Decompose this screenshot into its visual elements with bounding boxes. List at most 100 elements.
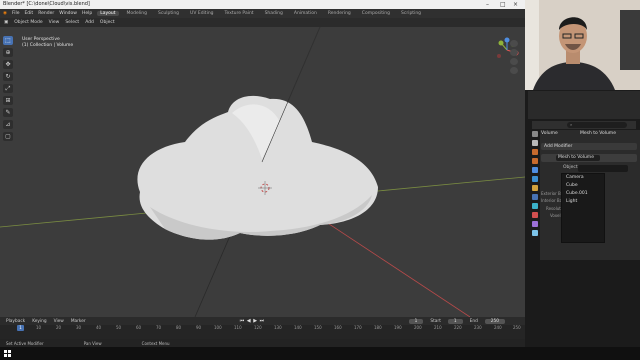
start-frame-field[interactable]: 1 bbox=[447, 318, 463, 324]
navigation-buttons bbox=[510, 40, 518, 74]
dropdown-item-camera[interactable]: Camera bbox=[562, 174, 604, 182]
ruler-tick: 120 bbox=[254, 325, 262, 330]
workspace-tab-animation[interactable]: Animation bbox=[291, 11, 320, 16]
ruler-tick: 10 bbox=[36, 325, 42, 330]
editor-type-icon[interactable]: ▣ bbox=[4, 20, 8, 25]
workspace-tab-rendering[interactable]: Rendering bbox=[325, 11, 354, 16]
current-frame-field[interactable]: 1 bbox=[408, 318, 424, 324]
tool-tab-icon[interactable] bbox=[531, 131, 538, 137]
menu-help[interactable]: Help bbox=[82, 11, 92, 16]
resolution-label: Resolut bbox=[546, 206, 561, 211]
menu-select[interactable]: Select bbox=[65, 20, 79, 25]
close-icon[interactable]: × bbox=[513, 0, 518, 9]
timeline-keying-menu[interactable]: Keying bbox=[32, 319, 46, 324]
transform-icon[interactable]: ⊞ bbox=[3, 96, 13, 105]
pan-icon[interactable] bbox=[510, 49, 518, 56]
add-modifier-button[interactable]: Add Modifier bbox=[541, 143, 637, 150]
object-picker-field[interactable] bbox=[578, 165, 628, 172]
workspace-tab-scripting[interactable]: Scripting bbox=[398, 11, 424, 16]
dropdown-item-cube-001[interactable]: Cube.001 bbox=[562, 190, 604, 198]
scene-tab-icon[interactable] bbox=[531, 167, 538, 173]
ruler-tick: 110 bbox=[234, 325, 242, 330]
properties-search-input[interactable]: ⌕ bbox=[567, 122, 627, 128]
ruler-tick: 60 bbox=[136, 325, 142, 330]
ruler-tick: 250 bbox=[513, 325, 521, 330]
3d-viewport[interactable] bbox=[0, 27, 525, 317]
workspace-tab-sculpting[interactable]: Sculpting bbox=[155, 11, 182, 16]
modifier-context-name: Mesh to Volume bbox=[580, 131, 616, 136]
menu-view[interactable]: View bbox=[49, 20, 60, 25]
ruler-tick: 230 bbox=[474, 325, 482, 330]
status-context-menu: Context Menu bbox=[141, 340, 170, 346]
status-set-active-modifier: Set Active Modifier bbox=[6, 340, 44, 346]
minimize-icon[interactable]: – bbox=[486, 0, 489, 9]
top-menubar: ◉ File Edit Render Window Help Layout Mo… bbox=[0, 9, 525, 18]
cursor-icon[interactable]: ⊕ bbox=[3, 48, 13, 57]
annotate-icon[interactable]: ✎ bbox=[3, 108, 13, 117]
ruler-tick: 220 bbox=[454, 325, 462, 330]
workspace-tab-layout[interactable]: Layout bbox=[97, 11, 119, 16]
active-object-name: Volume bbox=[541, 131, 558, 136]
timeline-marker-menu[interactable]: Marker bbox=[71, 319, 86, 324]
menu-edit[interactable]: Edit bbox=[24, 11, 33, 16]
particles-tab-icon[interactable] bbox=[531, 203, 538, 209]
render-tab-icon[interactable] bbox=[531, 140, 538, 146]
ruler-tick: 150 bbox=[314, 325, 322, 330]
menu-render[interactable]: Render bbox=[38, 11, 54, 16]
menu-file[interactable]: File bbox=[12, 11, 20, 16]
workspace-tab-shading[interactable]: Shading bbox=[262, 11, 286, 16]
select-box-icon[interactable]: ⬚ bbox=[3, 36, 13, 45]
dropdown-item-light[interactable]: Light bbox=[562, 198, 604, 206]
windows-start-icon[interactable] bbox=[4, 350, 11, 357]
ruler-tick: 70 bbox=[156, 325, 162, 330]
menu-object[interactable]: Object bbox=[100, 20, 115, 25]
view-layer-tab-icon[interactable] bbox=[531, 158, 538, 164]
constraints-tab-icon[interactable] bbox=[531, 221, 538, 227]
workspace-tab-texture-paint[interactable]: Texture Paint bbox=[222, 11, 257, 16]
timeline-playback-menu[interactable]: Playback bbox=[6, 319, 25, 324]
data-tab-icon[interactable] bbox=[531, 230, 538, 236]
object-dropdown: Camera Cube Cube.001 Light bbox=[561, 173, 605, 243]
modifier-tab-icon[interactable] bbox=[531, 194, 538, 200]
world-tab-icon[interactable] bbox=[531, 176, 538, 182]
object-mode-dropdown[interactable]: Object Mode bbox=[14, 20, 42, 25]
menu-add[interactable]: Add bbox=[85, 20, 94, 25]
window-title: Blender* [C:\done\Cloud\vis.blend] bbox=[3, 1, 90, 7]
blender-logo-icon[interactable]: ◉ bbox=[3, 11, 7, 16]
properties-header: ⌕ bbox=[532, 121, 636, 129]
viewport-scene bbox=[0, 27, 525, 317]
workspace-tab-modeling[interactable]: Modeling bbox=[124, 11, 150, 16]
playback-controls-icon[interactable]: ⏮ ◀ ▶ ⏭ bbox=[240, 318, 265, 324]
move-icon[interactable]: ✥ bbox=[3, 60, 13, 69]
output-tab-icon[interactable] bbox=[531, 149, 538, 155]
ruler-tick: 160 bbox=[334, 325, 342, 330]
timeline-view-menu[interactable]: View bbox=[54, 319, 64, 324]
dropdown-item-cube[interactable]: Cube bbox=[562, 182, 604, 190]
menu-window[interactable]: Window bbox=[59, 11, 77, 16]
scale-icon[interactable]: ⤢ bbox=[3, 84, 13, 93]
maximize-icon[interactable]: □ bbox=[500, 0, 506, 9]
modifier-name-field[interactable]: Mesh to Volume bbox=[556, 155, 600, 161]
ruler-tick: 130 bbox=[274, 325, 282, 330]
ruler-tick: 170 bbox=[354, 325, 362, 330]
end-frame-field[interactable]: 250 bbox=[484, 318, 505, 324]
timeline-playhead[interactable]: 1 bbox=[17, 325, 24, 331]
measure-icon[interactable]: ⊿ bbox=[3, 120, 13, 129]
object-tab-icon[interactable] bbox=[531, 185, 538, 191]
zoom-icon[interactable] bbox=[510, 40, 518, 47]
rotate-icon[interactable]: ↻ bbox=[3, 72, 13, 81]
workspace-tab-compositing[interactable]: Compositing bbox=[359, 11, 393, 16]
timeline-ruler: 10 20 30 40 50 60 70 80 90 100 110 120 1… bbox=[0, 325, 525, 331]
window-title-bar: Blender* [C:\done\Cloud\vis.blend] – □ × bbox=[0, 0, 525, 9]
outliner[interactable] bbox=[528, 91, 640, 119]
viewport-info: User Perspective (1) Collection | Volume bbox=[22, 37, 73, 49]
physics-tab-icon[interactable] bbox=[531, 212, 538, 218]
ruler-tick: 90 bbox=[196, 325, 202, 330]
camera-view-icon[interactable] bbox=[510, 58, 518, 65]
interior-band-label: Interior Ba bbox=[541, 198, 563, 203]
workspace-tab-uv-editing[interactable]: UV Editing bbox=[187, 11, 216, 16]
add-cube-icon[interactable]: ▢ bbox=[3, 132, 13, 141]
object-field-label: Object bbox=[563, 165, 578, 170]
perspective-toggle-icon[interactable] bbox=[510, 67, 518, 74]
ruler-tick: 180 bbox=[374, 325, 382, 330]
